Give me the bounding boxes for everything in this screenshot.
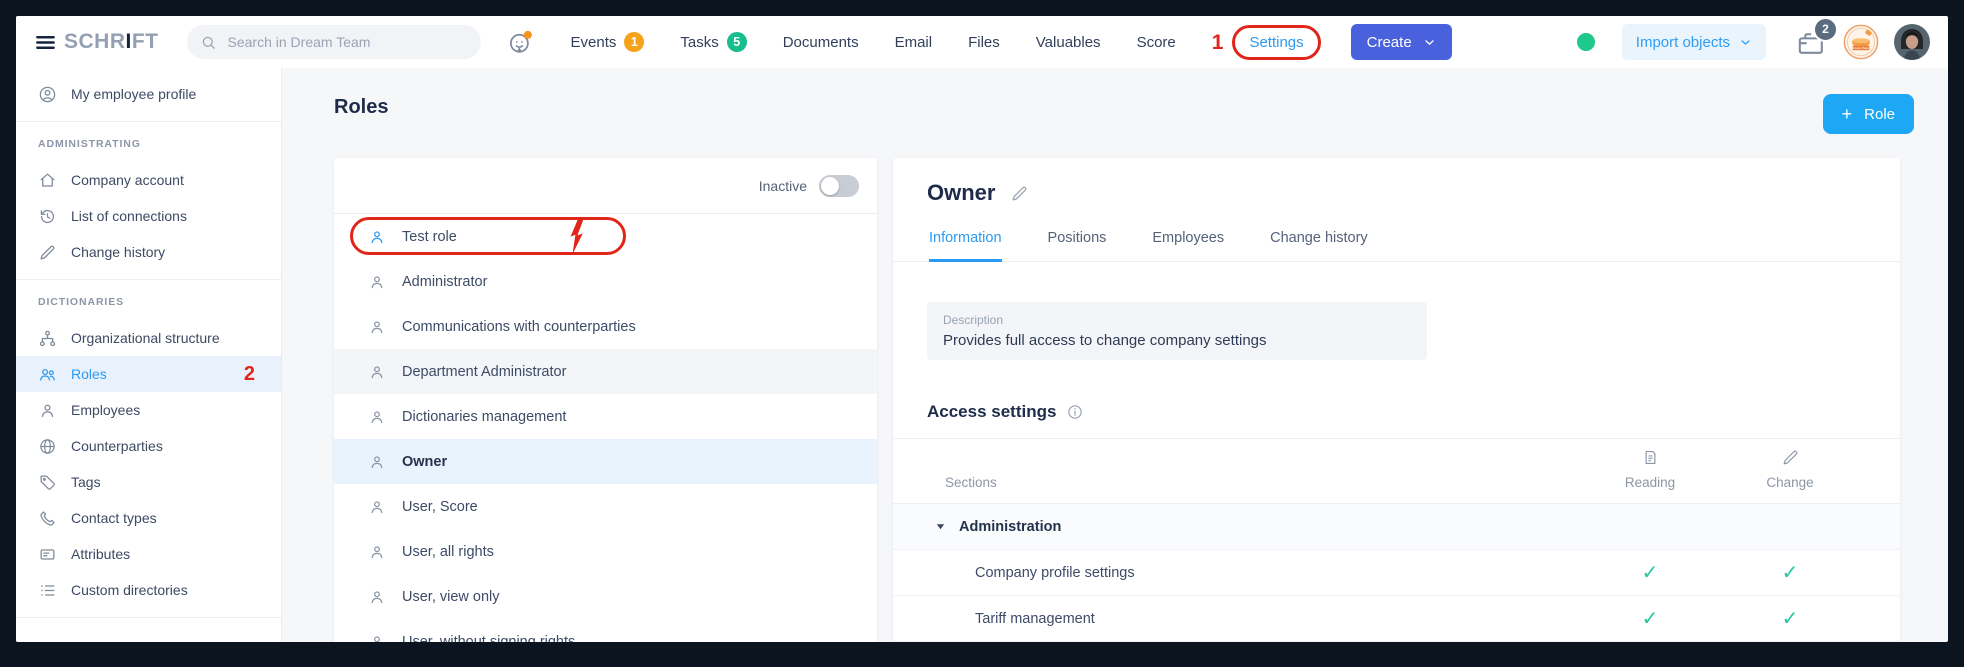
mascot-notification-icon[interactable] [505,27,535,57]
description-label: Description [943,313,1411,327]
change-checkmark-icon[interactable]: ✓ [1782,609,1799,629]
table-row-company-profile-settings[interactable]: Company profile settings ✓ ✓ [893,550,1900,596]
table-header-row: Sections Reading Change [893,438,1900,504]
nav-item-events[interactable]: Events 1 [571,32,645,52]
nav-item-files[interactable]: Files [968,34,1000,51]
tab-information[interactable]: Information [929,230,1002,262]
role-list-item-user-without-signing-rights[interactable]: User, without signing rights [334,619,877,642]
sidebar-section-administrating: ADMINISTRATING [38,138,281,150]
divider [16,121,281,122]
pencil-icon [1781,448,1800,467]
role-detail-tabs: Information Positions Employees Change h… [893,230,1900,262]
sidebar-item-company-account[interactable]: Company account [16,162,281,198]
nav-item-tasks[interactable]: Tasks 5 [680,32,746,52]
sidebar-item-attributes[interactable]: Attributes [16,536,281,572]
table-row-tariff-management[interactable]: Tariff management ✓ ✓ [893,596,1900,642]
nav-item-valuables[interactable]: Valuables [1036,34,1101,51]
role-list-item-test-role[interactable]: Test role [334,214,877,259]
chevron-down-icon [1739,36,1752,49]
reading-checkmark-icon[interactable]: ✓ [1642,563,1659,583]
annotation-circle-test-role [350,217,626,255]
presence-status-dot [1577,33,1595,51]
global-search[interactable] [187,25,481,59]
sidebar-section-dictionaries: DICTIONARIES [38,296,281,308]
sidebar-item-tags[interactable]: Tags [16,464,281,500]
sidebar-item-list-of-connections[interactable]: List of connections [16,198,281,234]
main-nav: Events 1 Tasks 5 Documents Email Files V… [505,25,1321,60]
main-content: Roles + Role Inactive Test role Administ… [282,68,1948,642]
svg-text:Dream Team: Dream Team [1852,46,1870,50]
role-list-item-department-administrator[interactable]: Department Administrator [334,349,877,394]
app-window: SCHRIFT Events 1 [16,16,1948,642]
sidebar-item-contact-types[interactable]: Contact types [16,500,281,536]
plus-icon: + [1842,104,1853,125]
document-icon [1641,448,1660,467]
sidebar-item-custom-directories[interactable]: Custom directories [16,572,281,608]
annotation-step-1: 1 [1212,32,1224,53]
nav-item-settings[interactable]: Settings [1232,25,1320,60]
description-field[interactable]: Description Provides full access to chan… [927,302,1427,360]
sidebar-item-counterparties[interactable]: Counterparties [16,428,281,464]
nav-item-email[interactable]: Email [895,34,933,51]
tasks-count-badge: 5 [727,32,747,52]
sidebar-item-roles[interactable]: Roles 2 [16,356,281,392]
roles-list-header: Inactive [334,158,877,214]
change-checkmark-icon[interactable]: ✓ [1782,563,1799,583]
role-list-item-user-all-rights[interactable]: User, all rights [334,529,877,574]
info-icon[interactable] [1066,403,1084,421]
sidebar-item-organizational-structure[interactable]: Organizational structure [16,320,281,356]
search-icon [200,34,217,51]
topbar: SCHRIFT Events 1 [16,16,1948,68]
cases-count-badge: 2 [1813,17,1838,42]
access-settings-table: Sections Reading Change [893,438,1900,642]
caret-down-icon [935,521,946,532]
table-group-row-administration[interactable]: Administration [893,504,1900,550]
tab-change-history[interactable]: Change history [1270,230,1368,262]
divider [16,279,281,280]
sidebar: My employee profile ADMINISTRATING Compa… [16,68,282,642]
reading-column-header: Reading [1595,448,1705,490]
roles-list-panel: Inactive Test role Administrator Communi… [334,158,877,642]
cases-icon[interactable]: 2 [1795,26,1828,59]
tab-positions[interactable]: Positions [1048,230,1107,262]
description-value: Provides full access to change company s… [943,332,1411,349]
role-list-item-administrator[interactable]: Administrator [334,259,877,304]
page-title: Roles [334,96,388,119]
chevron-down-icon [1423,36,1436,49]
create-button[interactable]: Create [1351,24,1452,60]
role-list-item-user-score[interactable]: User, Score [334,484,877,529]
events-count-badge: 1 [624,32,644,52]
sections-column-header: Sections [893,475,1595,490]
app-logo: SCHRIFT [64,30,159,54]
annotation-arrow-icon [568,218,585,255]
role-detail-panel: Owner Information Positions Employees Ch… [893,158,1900,642]
nav-item-score[interactable]: Score [1137,34,1176,51]
nav-item-documents[interactable]: Documents [783,34,859,51]
role-list-item-dictionaries-management[interactable]: Dictionaries management [334,394,877,439]
role-list-item-user-view-only[interactable]: User, view only [334,574,877,619]
workspace-logo[interactable]: Dream Team [1843,24,1879,60]
role-detail-title: Owner [927,180,995,206]
search-input[interactable] [226,33,468,51]
hamburger-menu-icon[interactable] [34,31,57,54]
sidebar-item-employees[interactable]: Employees [16,392,281,428]
tab-employees[interactable]: Employees [1152,230,1224,262]
sidebar-item-change-history[interactable]: Change history [16,234,281,270]
inactive-toggle[interactable] [819,175,859,197]
import-objects-button[interactable]: Import objects [1622,24,1766,60]
inactive-toggle-label: Inactive [759,178,807,194]
sidebar-item-my-employee-profile[interactable]: My employee profile [16,76,281,112]
user-avatar[interactable] [1894,24,1930,60]
role-list-item-communications[interactable]: Communications with counterparties [334,304,877,349]
edit-role-name-icon[interactable] [1010,184,1029,203]
divider [16,617,281,618]
access-settings-title: Access settings [927,402,1056,422]
annotation-step-2: 2 [244,364,255,384]
change-column-header: Change [1735,448,1845,490]
add-role-button[interactable]: + Role [1823,94,1914,134]
reading-checkmark-icon[interactable]: ✓ [1642,609,1659,629]
role-list-item-owner[interactable]: Owner [334,439,877,484]
